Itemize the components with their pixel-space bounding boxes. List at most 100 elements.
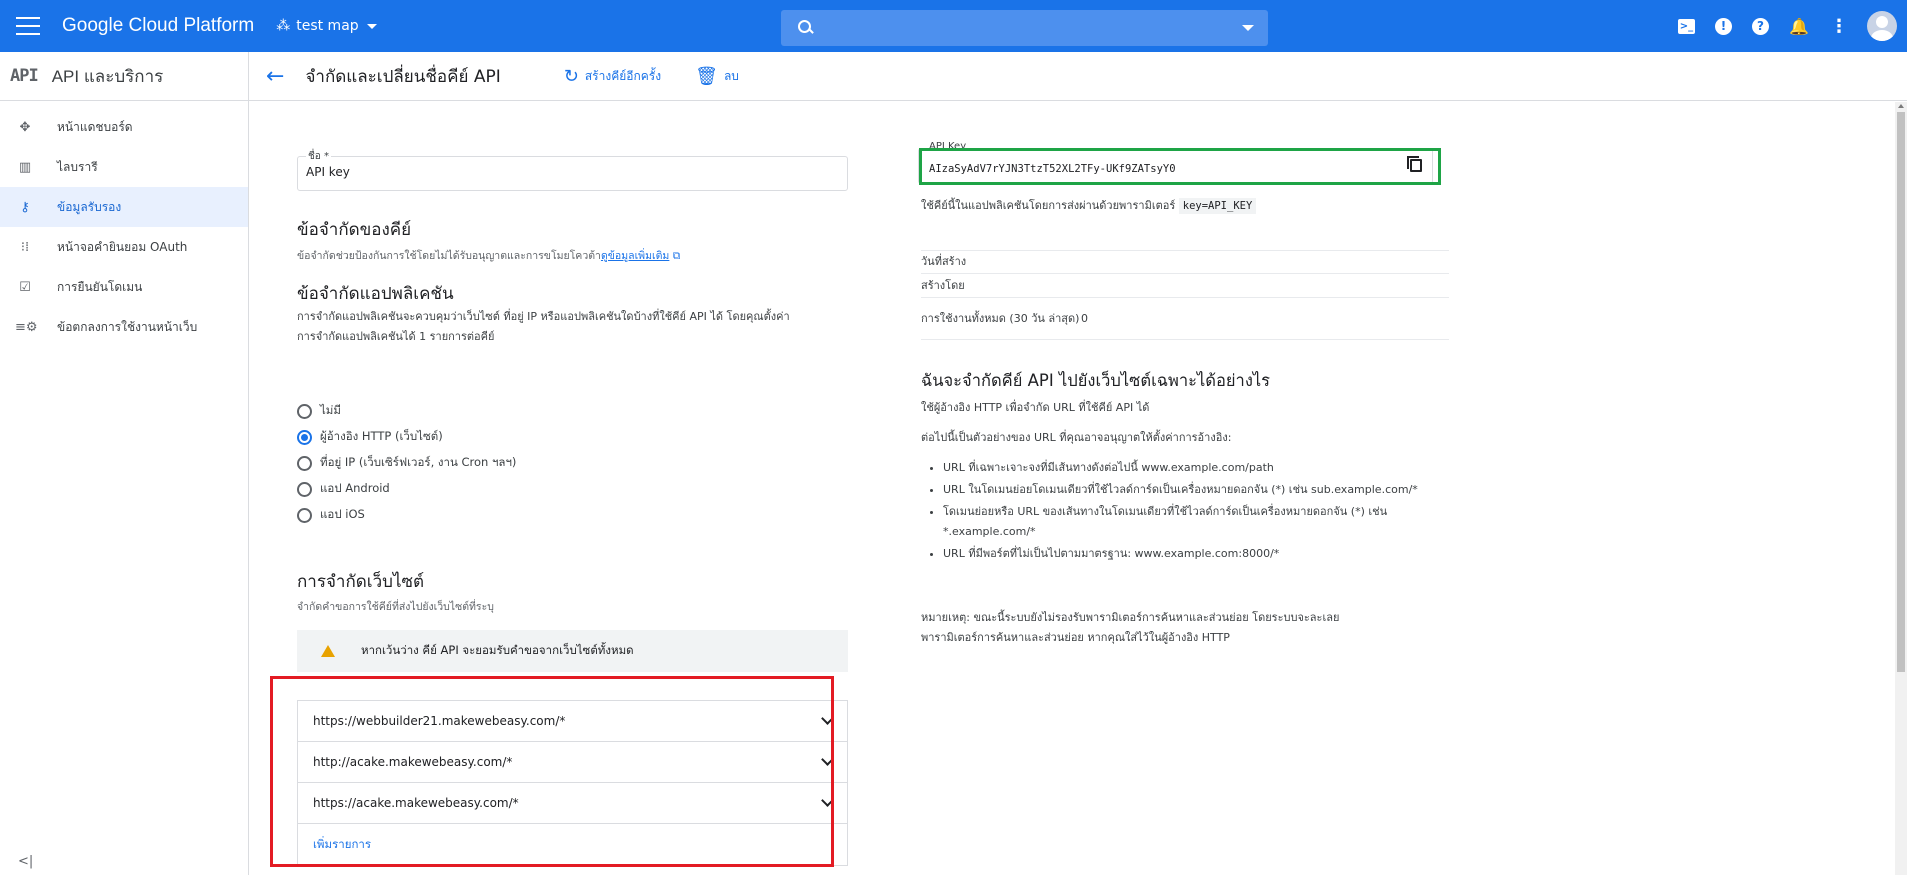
radio-label: ไม่มี bbox=[320, 403, 341, 417]
name-field-label: ชื่อ * bbox=[306, 149, 331, 164]
sidebar-header: API API และบริการ bbox=[0, 52, 248, 101]
info-row: วันที่สร้าง bbox=[921, 250, 1449, 274]
info-row: สร้างโดย bbox=[921, 274, 1449, 298]
dashboard-icon: ✥ bbox=[19, 119, 31, 135]
sidebar-item-domain-verification[interactable]: ☑ การยืนยันโดเมน bbox=[0, 267, 248, 307]
usage-hint-code: key=API_KEY bbox=[1178, 198, 1257, 214]
more-vert-icon[interactable]: ⋮ bbox=[1829, 16, 1849, 37]
search-bar[interactable] bbox=[781, 10, 1268, 46]
name-input[interactable] bbox=[306, 165, 806, 179]
consent-icon: ⁝⁞ bbox=[20, 239, 30, 255]
warning-icon bbox=[321, 645, 335, 657]
info-key: สร้างโดย bbox=[921, 278, 965, 292]
trash-icon: 🗑 bbox=[695, 65, 718, 87]
api-logo-icon: API bbox=[10, 66, 39, 86]
radio-button[interactable] bbox=[297, 481, 312, 497]
radio-button[interactable] bbox=[297, 429, 312, 445]
search-dropdown-icon[interactable] bbox=[1242, 25, 1254, 31]
page-scrollbar[interactable] bbox=[1895, 102, 1907, 875]
sidebar: API API และบริการ ✥ หน้าแดชบอร์ด ▥ ไลบรา… bbox=[0, 52, 249, 875]
website-restrictions-title: การจำกัดเว็บไซต์ bbox=[297, 572, 425, 592]
brand-title[interactable]: Google Cloud Platform bbox=[62, 15, 254, 37]
delete-button[interactable]: 🗑 ลบ bbox=[695, 66, 739, 87]
info-key: วันที่สร้าง bbox=[921, 255, 967, 268]
refresh-icon: ↻ bbox=[563, 65, 579, 87]
delete-label: ลบ bbox=[723, 68, 739, 83]
list-item: URL ในโดเมนย่อยโดเมนเดียวที่ใช้ไวลด์การ์… bbox=[943, 480, 1441, 500]
terminal-icon[interactable]: >_ bbox=[1678, 18, 1695, 34]
sidebar-item-label: หน้าแดชบอร์ด bbox=[57, 119, 133, 134]
search-input[interactable] bbox=[829, 20, 1209, 36]
back-arrow-icon[interactable]: ← bbox=[266, 64, 284, 89]
note-line2: พารามิเตอร์การค้นหาและส่วนย่อย หากคุณใส่… bbox=[921, 631, 1230, 644]
usage-hint: ใช้คีย์นี้ในแอปพลิเคชันโดยการส่งผ่านด้วย… bbox=[921, 194, 1257, 218]
app-restrictions-desc-line1: การจำกัดแอปพลิเคชันจะควบคุมว่าเว็บไซต์ ท… bbox=[297, 310, 790, 323]
info-row: การใช้งานทั้งหมด (30 วัน ล่าสุด) 0 bbox=[921, 298, 1449, 340]
scrollbar-thumb[interactable] bbox=[1897, 112, 1905, 672]
sidebar-item-credentials[interactable]: ⚷ ข้อมูลรับรอง bbox=[0, 187, 248, 227]
list-item: URL ที่มีพอร์ตที่ไม่เป็นไปตามมาตรฐาน: ww… bbox=[943, 544, 1441, 564]
note: หมายเหตุ: ขณะนี้ระบบยังไม่รองรับพารามิเต… bbox=[921, 608, 1339, 648]
learn-more-link[interactable]: ดูข้อมูลเพิ่มเติม bbox=[601, 250, 669, 262]
radio-label: แอป Android bbox=[320, 481, 390, 495]
sidebar-item-library[interactable]: ▥ ไลบรารี bbox=[0, 147, 248, 187]
sidebar-item-page-usage-agreements[interactable]: ≡⚙ ข้อตกลงการใช้งานหน้าเว็บ bbox=[0, 307, 248, 347]
list-item: URL ที่เฉพาะเจาะจงที่มีเส้นทางดังต่อไปนี… bbox=[943, 458, 1441, 478]
page-title: จำกัดและเปลี่ยนชื่อคีย์ API bbox=[305, 66, 501, 87]
sidebar-item-label: ไลบรารี bbox=[57, 159, 98, 174]
menu-icon[interactable] bbox=[16, 17, 40, 35]
radio-android-apps[interactable]: แอป Android bbox=[297, 480, 390, 498]
radio-http-referrers[interactable]: ผู้อ้างอิง HTTP (เว็บไซต์) bbox=[297, 428, 443, 446]
app-restrictions-title: ข้อจำกัดแอปพลิเคชัน bbox=[297, 284, 454, 304]
how-to-restrict-title: ฉันจะจำกัดคีย์ API ไปยังเว็บไซต์เฉพาะได้… bbox=[921, 371, 1271, 390]
app-restrictions-desc-line2: การจำกัดแอปพลิเคชันได้ 1 รายการต่อคีย์ bbox=[297, 330, 495, 343]
page-header: ← จำกัดและเปลี่ยนชื่อคีย์ API ↻ สร้างคีย… bbox=[249, 52, 1907, 101]
green-highlight-box bbox=[919, 148, 1441, 185]
main-content: ชื่อ * ข้อจำกัดของคีย์ ข้อจำกัดช่วยป้องก… bbox=[249, 102, 1889, 875]
external-link-icon: ⧉ bbox=[672, 250, 681, 262]
key-info-table: วันที่สร้าง สร้างโดย การใช้งานทั้งหมด (3… bbox=[921, 250, 1449, 340]
radio-button[interactable] bbox=[297, 507, 312, 523]
regenerate-key-button[interactable]: ↻ สร้างคีย์อีกครั้ง bbox=[564, 66, 661, 87]
bell-icon[interactable]: 🔔 bbox=[1789, 16, 1809, 36]
project-name: test map bbox=[296, 18, 359, 34]
settings-list-icon: ≡⚙ bbox=[15, 319, 38, 335]
feedback-icon[interactable]: ! bbox=[1715, 17, 1732, 35]
website-restrictions-desc: จำกัดคำขอการใช้คีย์ที่ส่งไปยังเว็บไซต์ที… bbox=[297, 601, 494, 613]
collapse-sidebar-icon[interactable]: <| bbox=[18, 854, 33, 869]
search-icon bbox=[797, 19, 815, 37]
radio-none[interactable]: ไม่มี bbox=[297, 402, 341, 420]
key-restrictions-desc: ข้อจำกัดช่วยป้องกันการใช้โดยไม่ได้รับอนุ… bbox=[297, 247, 680, 264]
radio-button[interactable] bbox=[297, 455, 312, 471]
examples-list: URL ที่เฉพาะเจาะจงที่มีเส้นทางดังต่อไปนี… bbox=[921, 458, 1441, 566]
how-to-restrict-desc: ใช้ผู้อ้างอิง HTTP เพื่อจำกัด URL ที่ใช้… bbox=[921, 401, 1150, 414]
key-icon: ⚷ bbox=[20, 199, 30, 215]
radio-button[interactable] bbox=[297, 403, 312, 419]
chevron-down-icon bbox=[366, 23, 377, 29]
key-restrictions-desc-text: ข้อจำกัดช่วยป้องกันการใช้โดยไม่ได้รับอนุ… bbox=[297, 250, 601, 262]
radio-label: ผู้อ้างอิง HTTP (เว็บไซต์) bbox=[320, 429, 443, 443]
regenerate-key-label: สร้างคีย์อีกครั้ง bbox=[584, 68, 662, 83]
radio-label: แอป iOS bbox=[320, 507, 365, 521]
info-key: การใช้งานทั้งหมด (30 วัน ล่าสุด) bbox=[921, 311, 1080, 325]
app-restrictions-desc: การจำกัดแอปพลิเคชันจะควบคุมว่าเว็บไซต์ ท… bbox=[297, 307, 857, 347]
warning-banner: หากเว้นว่าง คีย์ API จะยอมรับคำขอจากเว็บ… bbox=[297, 630, 848, 672]
project-selector[interactable]: ⁂ test map bbox=[276, 18, 377, 34]
examples-intro: ต่อไปนี้เป็นตัวอย่างของ URL ที่คุณอาจอนุ… bbox=[921, 431, 1232, 444]
sidebar-item-dashboard[interactable]: ✥ หน้าแดชบอร์ด bbox=[0, 107, 248, 147]
checkbox-icon: ☑ bbox=[19, 279, 31, 295]
radio-ios-apps[interactable]: แอป iOS bbox=[297, 506, 365, 524]
sidebar-item-oauth-consent[interactable]: ⁝⁞ หน้าจอคำยินยอม OAuth bbox=[0, 227, 248, 267]
name-field[interactable]: ชื่อ * bbox=[297, 149, 848, 191]
sidebar-item-label: หน้าจอคำยินยอม OAuth bbox=[57, 239, 188, 254]
avatar[interactable] bbox=[1867, 11, 1897, 41]
radio-ip-addresses[interactable]: ที่อยู่ IP (เว็บเซิร์ฟเวอร์, งาน Cron ฯล… bbox=[297, 454, 516, 472]
sidebar-item-label: ข้อตกลงการใช้งานหน้าเว็บ bbox=[57, 319, 198, 334]
radio-label: ที่อยู่ IP (เว็บเซิร์ฟเวอร์, งาน Cron ฯล… bbox=[320, 455, 517, 469]
info-value: 0 bbox=[1081, 312, 1088, 325]
scroll-up-icon[interactable] bbox=[1898, 104, 1904, 108]
sidebar-item-label: การยืนยันโดเมน bbox=[57, 279, 143, 294]
library-icon: ▥ bbox=[18, 159, 32, 175]
help-icon[interactable]: ? bbox=[1752, 17, 1769, 35]
red-highlight-box bbox=[270, 676, 834, 867]
